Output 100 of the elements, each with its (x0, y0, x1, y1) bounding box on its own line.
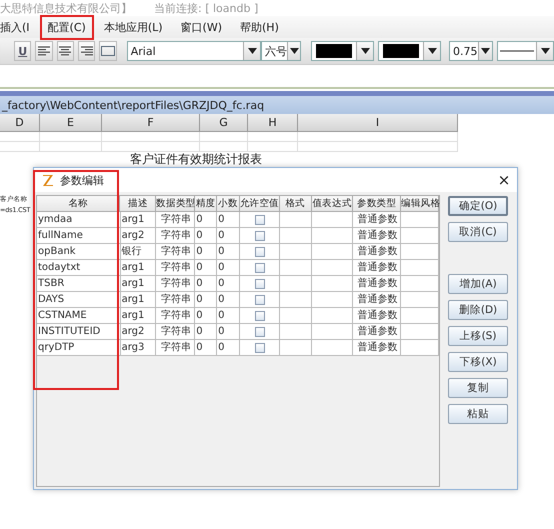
column-header[interactable]: G (200, 114, 248, 132)
grid-cell[interactable] (200, 132, 248, 142)
table-cell: 0 (217, 244, 240, 260)
grid-cell[interactable] (40, 132, 102, 142)
table-cell: arg1 (120, 260, 156, 276)
grid-cell[interactable] (0, 142, 40, 152)
table-cell (401, 276, 440, 292)
table-cell: 普通参数 (353, 260, 402, 276)
checkbox[interactable] (254, 294, 265, 304)
grid-cell[interactable] (102, 132, 200, 142)
table-cell: 字符串 (156, 340, 196, 356)
grid-cell[interactable] (200, 142, 248, 152)
align-center-icon[interactable] (56, 41, 74, 61)
table-cell: 银行 (120, 244, 156, 260)
table-cell: 0 (217, 308, 240, 324)
font-select[interactable]: Arial (126, 41, 262, 61)
table-cell: arg1 (120, 308, 156, 324)
table-cell: 0 (195, 276, 218, 292)
table-cell: 普通参数 (353, 324, 402, 340)
checkbox[interactable] (254, 278, 265, 288)
checkbox[interactable] (254, 230, 265, 240)
font-size-select[interactable]: 六号 (261, 41, 302, 61)
dropdown-arrow-icon[interactable] (428, 48, 437, 54)
underline-button[interactable]: U (14, 41, 32, 61)
column-header[interactable]: 格式 (280, 196, 312, 212)
column-header[interactable]: 名称 (37, 196, 120, 212)
grid-cell[interactable] (248, 142, 298, 152)
table-cell (312, 228, 354, 244)
table-cell: 0 (195, 212, 218, 228)
table-cell: CSTNAME (37, 308, 121, 324)
column-header[interactable]: 数据类型 (156, 196, 196, 212)
grid-cell[interactable] (0, 132, 40, 142)
column-header[interactable]: 值表达式 (312, 196, 354, 212)
dropdown-arrow-icon[interactable] (480, 48, 490, 54)
dialog-button[interactable]: 粘贴 (448, 404, 508, 424)
table-cell: arg2 (120, 228, 156, 244)
table-cell (401, 260, 440, 276)
column-header[interactable]: 描述 (120, 196, 156, 212)
align-left-icon[interactable] (35, 41, 53, 61)
dialog-button[interactable]: 上移(S) (448, 326, 508, 346)
table-cell: qryDTP (37, 340, 121, 356)
checkbox[interactable] (254, 214, 265, 224)
table-cell: 0 (195, 292, 218, 308)
menu-item[interactable]: 插入(I (0, 18, 32, 36)
column-header[interactable]: 小数 (217, 196, 240, 212)
table-cell: 0 (195, 308, 218, 324)
table-cell (401, 244, 440, 260)
checkbox[interactable] (254, 310, 265, 320)
table-cell: 字符串 (156, 260, 196, 276)
column-header[interactable]: E (40, 114, 102, 132)
table-cell: 字符串 (156, 228, 196, 244)
dialog-button[interactable]: 增加(A) (448, 274, 508, 294)
dropdown-arrow-icon[interactable] (540, 48, 550, 54)
dialog-button[interactable]: 下移(X) (448, 352, 508, 372)
column-header[interactable]: H (248, 114, 298, 132)
grid-cell[interactable] (298, 132, 458, 142)
align-right-icon[interactable] (78, 41, 96, 61)
color-picker[interactable] (311, 41, 374, 61)
checkbox[interactable] (254, 262, 265, 272)
checkbox[interactable] (254, 342, 265, 352)
table-cell: arg3 (120, 340, 156, 356)
app-logo-icon (42, 174, 54, 186)
menu-item[interactable]: 本地应用(L) (102, 18, 165, 36)
close-button[interactable]: × (491, 171, 517, 189)
table-cell (401, 340, 440, 356)
dialog-button[interactable]: 取消(C) (448, 222, 508, 242)
table-cell: 0 (217, 340, 240, 356)
table-cell: arg2 (120, 324, 156, 340)
column-header[interactable]: 允许空值 (240, 196, 280, 212)
menu-item[interactable]: 窗口(W) (178, 18, 224, 36)
checkbox[interactable] (254, 326, 265, 336)
column-header[interactable]: I (298, 114, 458, 132)
column-header[interactable]: 精度 (195, 196, 217, 212)
column-header[interactable]: D (0, 114, 40, 132)
checkbox[interactable] (254, 246, 265, 256)
grid-cell[interactable] (248, 132, 298, 142)
dialog-button[interactable]: 确定(O) (448, 196, 508, 216)
dropdown-arrow-icon[interactable] (290, 48, 299, 54)
line-width-select[interactable]: 0.75 (449, 41, 494, 61)
table-cell: 字符串 (156, 292, 196, 308)
column-header[interactable]: F (102, 114, 200, 132)
dropdown-arrow-icon[interactable] (360, 48, 370, 54)
grid-cell[interactable] (102, 142, 200, 152)
menu-item[interactable]: 帮助(H) (238, 18, 281, 36)
dialog-button[interactable]: 复制 (448, 378, 508, 398)
grid-cell[interactable] (40, 142, 102, 152)
line-style-icon (498, 49, 536, 53)
wrap-text-icon[interactable] (99, 41, 117, 61)
line-style-select[interactable] (497, 41, 554, 61)
color-picker[interactable] (378, 41, 442, 61)
table-cell: 0 (217, 292, 240, 308)
table-cell: todaytxt (37, 260, 121, 276)
column-header[interactable]: 参数类型 (353, 196, 401, 212)
table-cell: ymdaa (37, 212, 121, 228)
dropdown-arrow-icon[interactable] (248, 48, 257, 54)
menu-item[interactable]: 配置(C) (46, 18, 88, 36)
dialog-button[interactable]: 删除(D) (448, 300, 508, 320)
grid-cell[interactable] (298, 142, 458, 152)
dialog-title: 参数编辑 (60, 172, 105, 188)
column-header[interactable]: 编辑风格 (401, 196, 439, 212)
